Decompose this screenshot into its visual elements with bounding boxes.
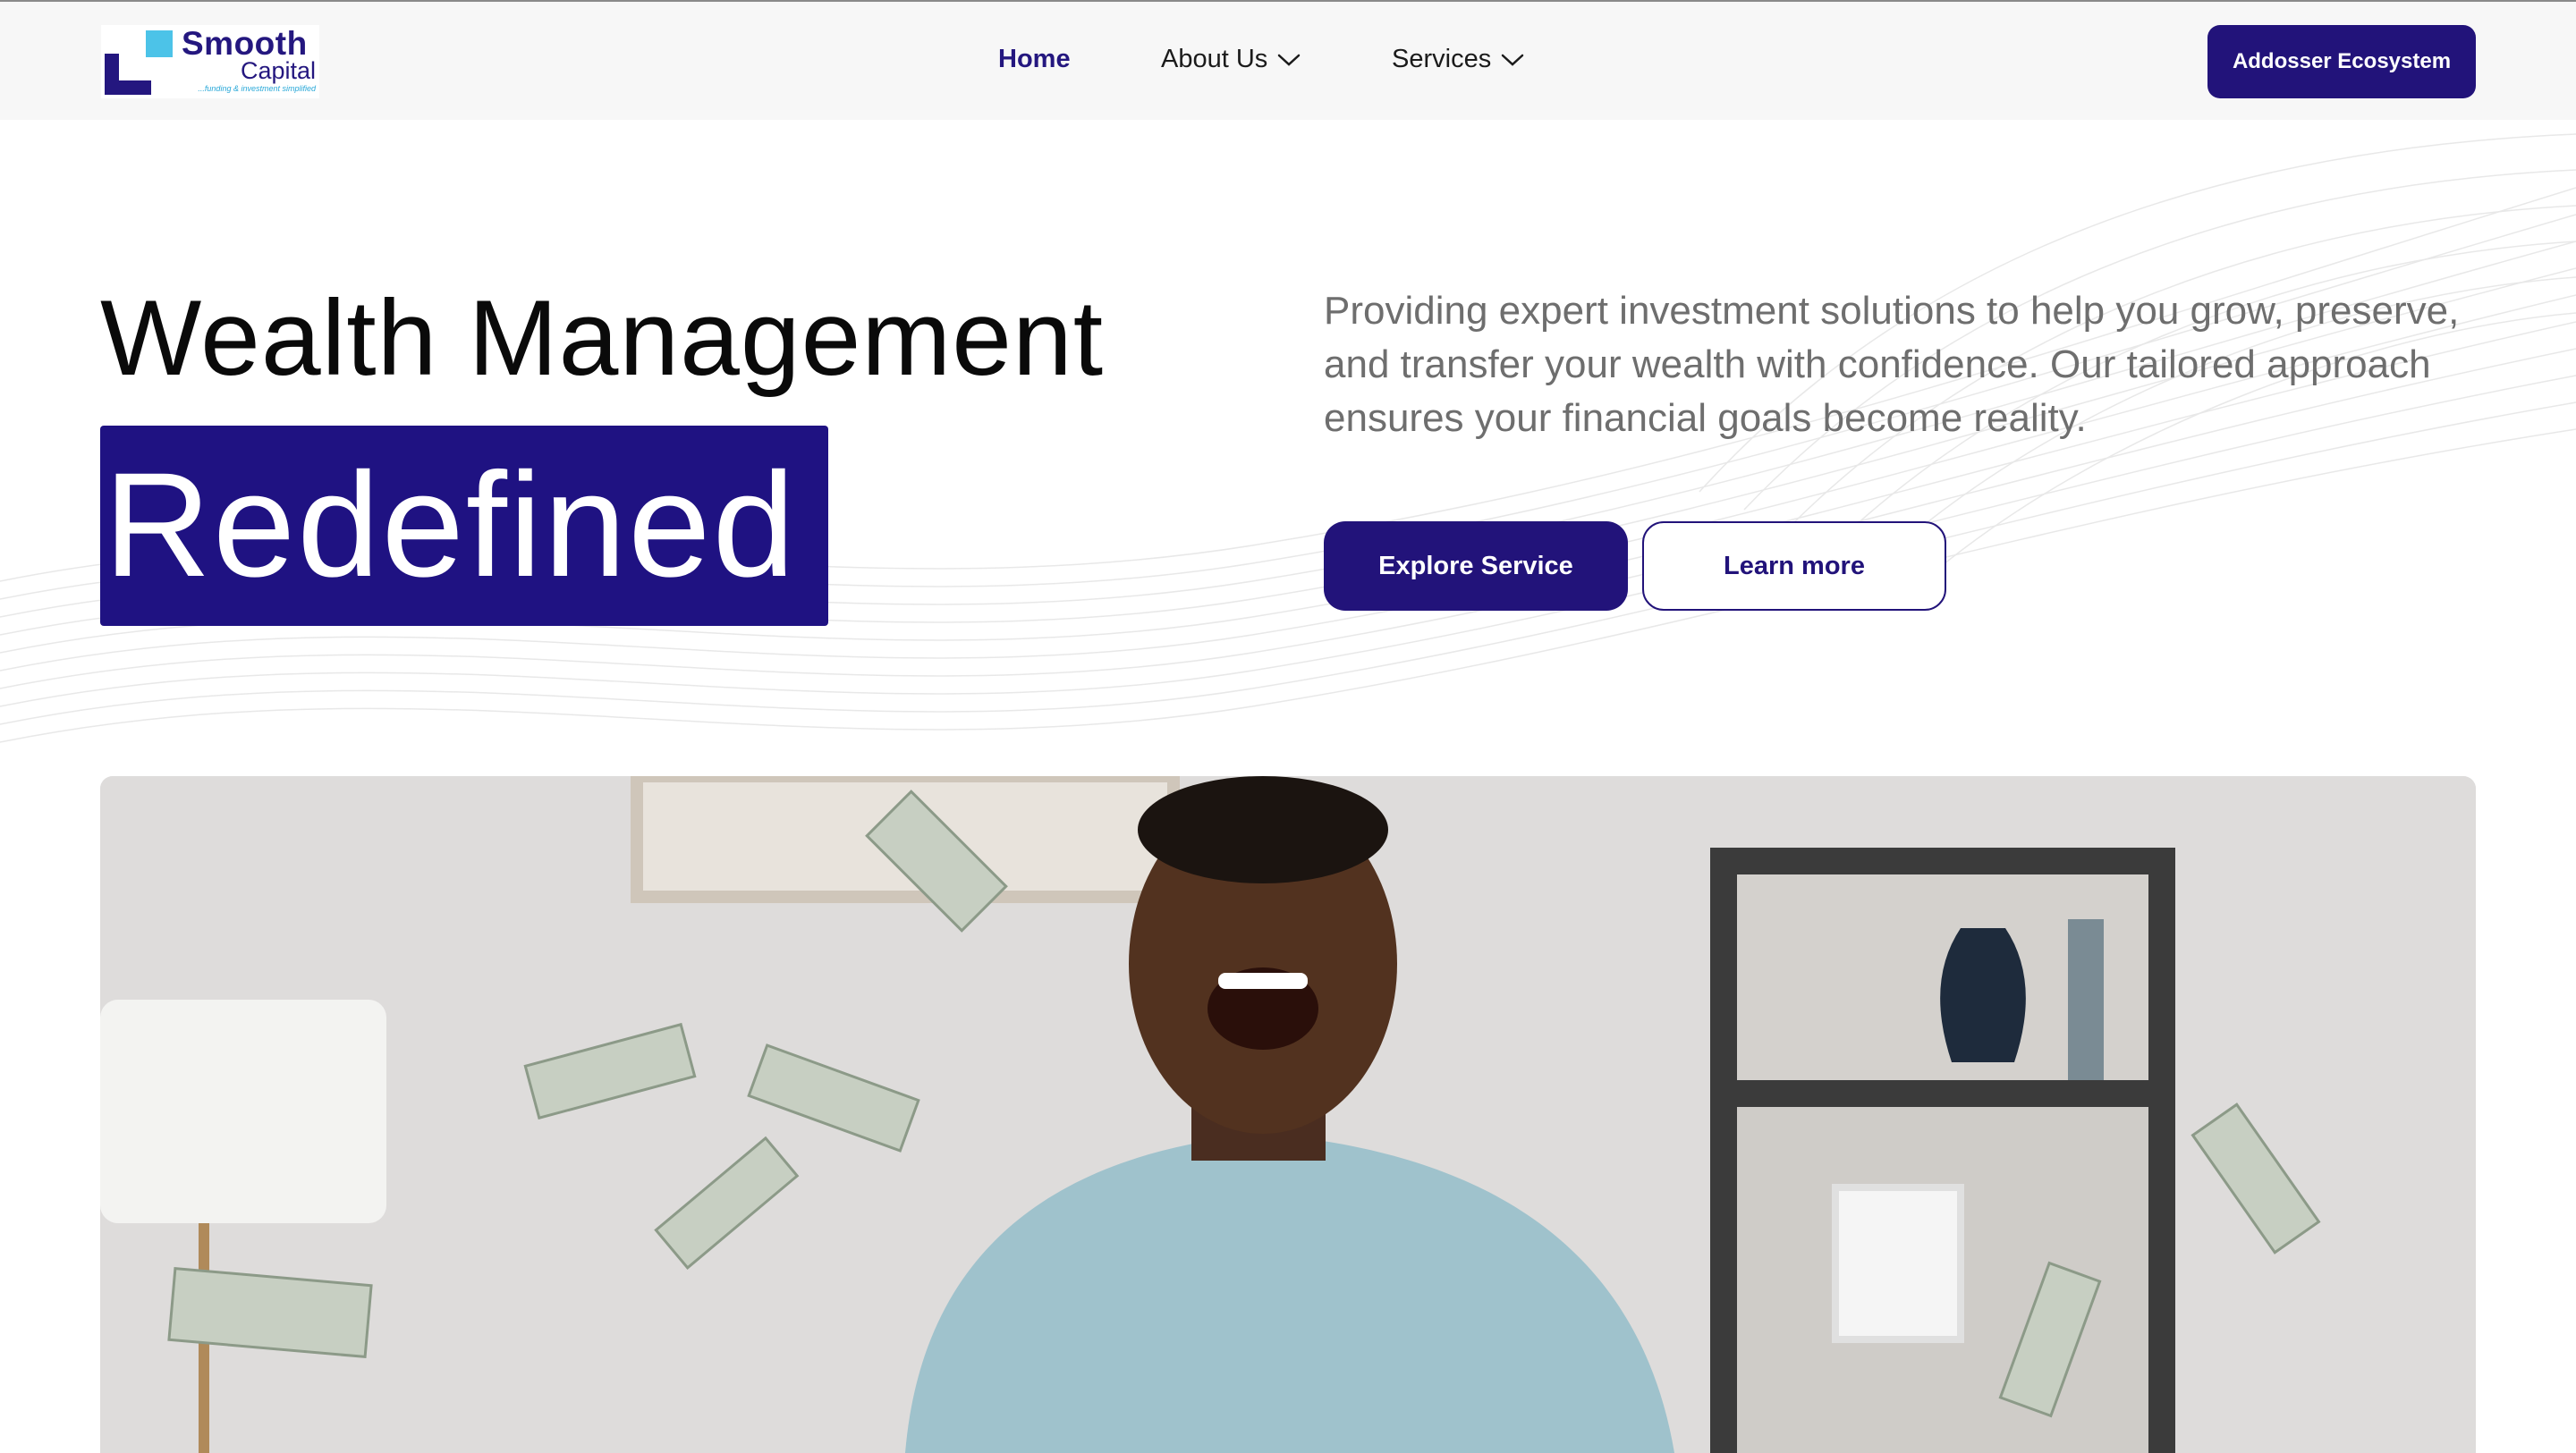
top-navbar: Smooth Capital ...funding & investment s… [0,0,2576,120]
nav-item-home[interactable]: Home [998,45,1071,74]
nav-item-label: Home [998,45,1071,73]
chevron-down-icon [1501,54,1524,66]
explore-service-button[interactable]: Explore Service [1324,521,1628,611]
hero-title: Wealth Management [100,278,1105,398]
chevron-down-icon [1278,54,1301,66]
learn-more-button[interactable]: Learn more [1642,521,1946,611]
hero-image [100,776,2476,1453]
hero-photo-illustration [100,776,2476,1453]
page: Smooth Capital ...funding & investment s… [0,0,2576,1453]
nav-item-services[interactable]: Services [1392,45,1525,74]
hero-highlight-text: Redefined [104,443,797,608]
nav-item-label: Services [1392,45,1492,73]
main-nav: Home About Us Services [0,45,2576,80]
brand-tagline: ...funding & investment simplified [198,84,316,93]
nav-item-label: About Us [1161,45,1268,73]
hero-highlight-box: Redefined [100,426,828,626]
addosser-ecosystem-button[interactable]: Addosser Ecosystem [2207,25,2476,98]
hero-description: Providing expert investment solutions to… [1324,289,2460,440]
nav-item-about-us[interactable]: About Us [1161,45,1301,74]
